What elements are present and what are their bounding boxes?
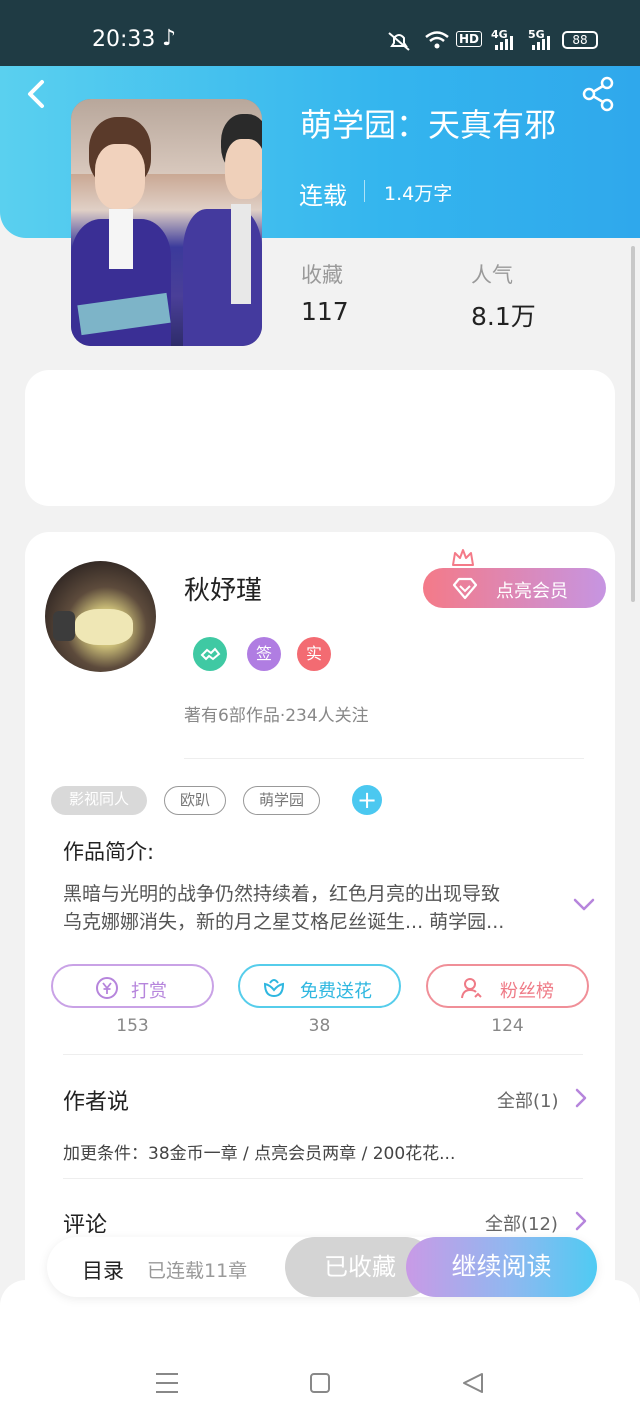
tiktok-icon: ♪	[162, 26, 177, 51]
fan-count: 124	[491, 1016, 524, 1036]
author-name[interactable]: 秋妤瑾	[184, 570, 262, 607]
popularity-count: 8.1万	[471, 302, 536, 331]
flower-count: 38	[308, 1016, 331, 1036]
author-says-text[interactable]: 加更条件：38金币一章 / 点亮会员两章 / 200花花...	[63, 1139, 455, 1164]
wifi-icon	[425, 31, 449, 49]
share-icon[interactable]	[580, 76, 616, 112]
system-nav-bar	[0, 1280, 640, 1422]
scrollbar[interactable]	[631, 246, 635, 602]
comments-heading: 评论	[63, 1213, 108, 1238]
signal-icon	[532, 36, 550, 50]
author-says-heading: 作者说	[63, 1090, 130, 1115]
home-icon[interactable]	[309, 1372, 331, 1394]
diamond-icon	[452, 577, 478, 600]
add-tag-button[interactable]: +	[352, 785, 382, 815]
hd-indicator: HD	[456, 31, 483, 47]
vip-label: 点亮会员	[496, 581, 568, 602]
signed-badge: 签	[247, 637, 281, 671]
signal-icon	[495, 36, 513, 50]
intro-line: 乌克娜娜消失，新的月之星艾格尼丝诞生... 萌学园...	[63, 911, 505, 933]
back-arrow-icon[interactable]	[22, 74, 52, 114]
back-icon[interactable]	[461, 1372, 485, 1394]
book-title: 萌学园：天真有邪	[300, 106, 557, 144]
tag-mengxueyuan[interactable]: 萌学园	[243, 786, 320, 815]
author-stats: 著有6部作品·234人关注	[184, 706, 369, 726]
collect-count: 117	[301, 297, 349, 326]
continue-reading-button[interactable]: 继续阅读	[406, 1237, 597, 1297]
chapter-count[interactable]: 已连载11章	[147, 1256, 247, 1283]
avatar[interactable]	[45, 561, 156, 672]
crown-icon	[452, 549, 474, 566]
yen-coin-icon	[96, 977, 118, 999]
send-flower-button[interactable]: 免费送花	[238, 964, 401, 1008]
menu-icon[interactable]	[155, 1372, 179, 1394]
fan-ranking-button[interactable]: 粉丝榜	[426, 964, 589, 1008]
intro-line: 黑暗与光明的战争仍然持续着，红色月亮的出现导致	[63, 883, 501, 905]
vip-button[interactable]: 点亮会员	[423, 568, 606, 608]
word-count: 1.4万字	[384, 183, 453, 205]
chevron-right-icon[interactable]	[574, 1087, 588, 1109]
tip-count: 153	[116, 1016, 149, 1036]
intro-text[interactable]: 黑暗与光明的战争仍然持续着，红色月亮的出现导致 乌克娜娜消失，新的月之星艾格尼丝…	[63, 880, 553, 936]
tip-button[interactable]: 打赏	[51, 964, 214, 1008]
clock: 20:33	[92, 27, 156, 52]
battery-indicator: 88	[562, 31, 598, 49]
handshake-icon	[193, 637, 227, 671]
divider	[63, 1054, 583, 1055]
book-cover[interactable]	[71, 99, 262, 346]
divider	[364, 180, 365, 202]
chevron-down-icon[interactable]	[572, 897, 596, 913]
divider	[63, 1178, 583, 1179]
send-flower-label: 免费送花	[300, 981, 372, 1002]
flower-icon	[263, 979, 285, 998]
divider	[184, 758, 584, 759]
mute-icon	[388, 32, 410, 51]
verified-badge: 实	[297, 637, 331, 671]
author-says-all-link[interactable]: 全部(1)	[497, 1087, 559, 1113]
toc-button[interactable]: 目录	[82, 1255, 124, 1285]
serial-status: 连载	[299, 182, 347, 210]
fan-ranking-label: 粉丝榜	[500, 981, 554, 1002]
popularity-label: 人气	[471, 263, 513, 287]
blank-card	[25, 370, 615, 506]
comments-all-link[interactable]: 全部(12)	[485, 1210, 558, 1236]
tip-label: 打赏	[131, 981, 167, 1002]
tag-opa[interactable]: 欧趴	[164, 786, 226, 815]
collect-label: 收藏	[301, 263, 343, 287]
status-bar: 20:33 ♪ HD 4G 5G 88	[0, 0, 640, 66]
intro-heading: 作品简介:	[63, 840, 155, 864]
tag-film-fanfic[interactable]: 影视同人	[51, 786, 147, 815]
chevron-right-icon[interactable]	[574, 1210, 588, 1232]
fan-ranking-icon	[461, 978, 482, 999]
